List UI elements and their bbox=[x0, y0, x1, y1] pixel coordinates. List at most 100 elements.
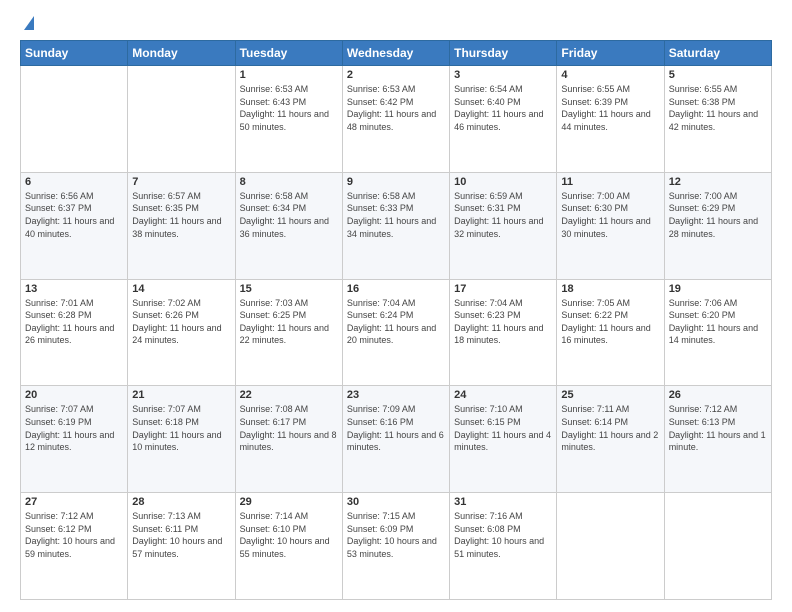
calendar-cell: 8 Sunrise: 6:58 AM Sunset: 6:34 PM Daylig… bbox=[235, 172, 342, 279]
calendar-cell: 27 Sunrise: 7:12 AM Sunset: 6:12 PM Dayli… bbox=[21, 493, 128, 600]
calendar-cell: 17 Sunrise: 7:04 AM Sunset: 6:23 PM Dayli… bbox=[450, 279, 557, 386]
calendar-cell: 15 Sunrise: 7:03 AM Sunset: 6:25 PM Dayli… bbox=[235, 279, 342, 386]
calendar-cell: 12 Sunrise: 7:00 AM Sunset: 6:29 PM Dayli… bbox=[664, 172, 771, 279]
day-number: 4 bbox=[561, 69, 659, 81]
calendar-cell: 19 Sunrise: 7:06 AM Sunset: 6:20 PM Dayli… bbox=[664, 279, 771, 386]
day-number: 2 bbox=[347, 69, 445, 81]
calendar-cell bbox=[557, 493, 664, 600]
col-header-saturday: Saturday bbox=[664, 41, 771, 66]
day-number: 25 bbox=[561, 389, 659, 401]
day-number: 21 bbox=[132, 389, 230, 401]
day-number: 3 bbox=[454, 69, 552, 81]
day-info: Sunrise: 6:59 AM Sunset: 6:31 PM Dayligh… bbox=[454, 190, 552, 240]
day-number: 8 bbox=[240, 176, 338, 188]
day-info: Sunrise: 6:54 AM Sunset: 6:40 PM Dayligh… bbox=[454, 83, 552, 133]
day-info: Sunrise: 7:06 AM Sunset: 6:20 PM Dayligh… bbox=[669, 297, 767, 347]
col-header-sunday: Sunday bbox=[21, 41, 128, 66]
day-number: 28 bbox=[132, 496, 230, 508]
col-header-wednesday: Wednesday bbox=[342, 41, 449, 66]
day-info: Sunrise: 7:05 AM Sunset: 6:22 PM Dayligh… bbox=[561, 297, 659, 347]
day-number: 27 bbox=[25, 496, 123, 508]
logo bbox=[20, 16, 34, 30]
calendar-cell: 31Sunrise: 7:16 AM Sunset: 6:08 PM Dayli… bbox=[450, 493, 557, 600]
col-header-thursday: Thursday bbox=[450, 41, 557, 66]
calendar-cell: 29 Sunrise: 7:14 AM Sunset: 6:10 PM Dayli… bbox=[235, 493, 342, 600]
calendar-cell bbox=[21, 66, 128, 173]
day-info: Sunrise: 7:03 AM Sunset: 6:25 PM Dayligh… bbox=[240, 297, 338, 347]
day-info: Sunrise: 6:58 AM Sunset: 6:34 PM Dayligh… bbox=[240, 190, 338, 240]
calendar-cell: 2 Sunrise: 6:53 AM Sunset: 6:42 PM Daylig… bbox=[342, 66, 449, 173]
day-info: Sunrise: 7:00 AM Sunset: 6:29 PM Dayligh… bbox=[669, 190, 767, 240]
calendar-cell: 26 Sunrise: 7:12 AM Sunset: 6:13 PM Dayli… bbox=[664, 386, 771, 493]
day-info: Sunrise: 7:07 AM Sunset: 6:18 PM Dayligh… bbox=[132, 403, 230, 453]
day-number: 24 bbox=[454, 389, 552, 401]
calendar-cell: 6 Sunrise: 6:56 AM Sunset: 6:37 PM Daylig… bbox=[21, 172, 128, 279]
calendar-cell: 13Sunrise: 7:01 AM Sunset: 6:28 PM Dayli… bbox=[21, 279, 128, 386]
day-info: Sunrise: 6:58 AM Sunset: 6:33 PM Dayligh… bbox=[347, 190, 445, 240]
day-info: Sunrise: 7:12 AM Sunset: 6:13 PM Dayligh… bbox=[669, 403, 767, 453]
day-info: Sunrise: 6:53 AM Sunset: 6:42 PM Dayligh… bbox=[347, 83, 445, 133]
calendar-cell: 21 Sunrise: 7:07 AM Sunset: 6:18 PM Dayli… bbox=[128, 386, 235, 493]
day-number: 19 bbox=[669, 283, 767, 295]
day-info: Sunrise: 7:14 AM Sunset: 6:10 PM Dayligh… bbox=[240, 510, 338, 560]
day-number: 7 bbox=[132, 176, 230, 188]
day-info: Sunrise: 6:55 AM Sunset: 6:38 PM Dayligh… bbox=[669, 83, 767, 133]
day-info: Sunrise: 7:04 AM Sunset: 6:24 PM Dayligh… bbox=[347, 297, 445, 347]
day-info: Sunrise: 7:04 AM Sunset: 6:23 PM Dayligh… bbox=[454, 297, 552, 347]
calendar-cell: 10 Sunrise: 6:59 AM Sunset: 6:31 PM Dayli… bbox=[450, 172, 557, 279]
day-number: 17 bbox=[454, 283, 552, 295]
day-info: Sunrise: 7:15 AM Sunset: 6:09 PM Dayligh… bbox=[347, 510, 445, 560]
day-info: Sunrise: 6:56 AM Sunset: 6:37 PM Dayligh… bbox=[25, 190, 123, 240]
calendar-cell: 18 Sunrise: 7:05 AM Sunset: 6:22 PM Dayli… bbox=[557, 279, 664, 386]
calendar-cell: 28 Sunrise: 7:13 AM Sunset: 6:11 PM Dayli… bbox=[128, 493, 235, 600]
day-info: Sunrise: 7:12 AM Sunset: 6:12 PM Dayligh… bbox=[25, 510, 123, 560]
day-info: Sunrise: 6:55 AM Sunset: 6:39 PM Dayligh… bbox=[561, 83, 659, 133]
calendar-cell: 25 Sunrise: 7:11 AM Sunset: 6:14 PM Dayli… bbox=[557, 386, 664, 493]
logo-triangle-icon bbox=[24, 16, 34, 30]
calendar-cell: 11 Sunrise: 7:00 AM Sunset: 6:30 PM Dayli… bbox=[557, 172, 664, 279]
calendar-cell bbox=[664, 493, 771, 600]
calendar-cell bbox=[128, 66, 235, 173]
day-info: Sunrise: 7:11 AM Sunset: 6:14 PM Dayligh… bbox=[561, 403, 659, 453]
day-info: Sunrise: 7:08 AM Sunset: 6:17 PM Dayligh… bbox=[240, 403, 338, 453]
day-number: 29 bbox=[240, 496, 338, 508]
calendar-table: SundayMondayTuesdayWednesdayThursdayFrid… bbox=[20, 40, 772, 600]
day-number: 26 bbox=[669, 389, 767, 401]
col-header-friday: Friday bbox=[557, 41, 664, 66]
calendar-cell: 9 Sunrise: 6:58 AM Sunset: 6:33 PM Daylig… bbox=[342, 172, 449, 279]
day-info: Sunrise: 7:13 AM Sunset: 6:11 PM Dayligh… bbox=[132, 510, 230, 560]
day-number: 5 bbox=[669, 69, 767, 81]
logo-text bbox=[20, 16, 34, 30]
day-info: Sunrise: 6:53 AM Sunset: 6:43 PM Dayligh… bbox=[240, 83, 338, 133]
header bbox=[20, 16, 772, 30]
calendar-cell: 30Sunrise: 7:15 AM Sunset: 6:09 PM Dayli… bbox=[342, 493, 449, 600]
day-number: 11 bbox=[561, 176, 659, 188]
calendar-cell: 16 Sunrise: 7:04 AM Sunset: 6:24 PM Dayli… bbox=[342, 279, 449, 386]
day-info: Sunrise: 7:01 AM Sunset: 6:28 PM Dayligh… bbox=[25, 297, 123, 347]
day-number: 12 bbox=[669, 176, 767, 188]
calendar-cell: 7 Sunrise: 6:57 AM Sunset: 6:35 PM Daylig… bbox=[128, 172, 235, 279]
day-number: 10 bbox=[454, 176, 552, 188]
day-number: 6 bbox=[25, 176, 123, 188]
day-number: 18 bbox=[561, 283, 659, 295]
col-header-monday: Monday bbox=[128, 41, 235, 66]
day-number: 31 bbox=[454, 496, 552, 508]
day-number: 20 bbox=[25, 389, 123, 401]
day-info: Sunrise: 6:57 AM Sunset: 6:35 PM Dayligh… bbox=[132, 190, 230, 240]
col-header-tuesday: Tuesday bbox=[235, 41, 342, 66]
day-info: Sunrise: 7:09 AM Sunset: 6:16 PM Dayligh… bbox=[347, 403, 445, 453]
day-number: 1 bbox=[240, 69, 338, 81]
day-number: 9 bbox=[347, 176, 445, 188]
calendar-cell: 1 Sunrise: 6:53 AM Sunset: 6:43 PM Daylig… bbox=[235, 66, 342, 173]
day-number: 16 bbox=[347, 283, 445, 295]
calendar-cell: 5 Sunrise: 6:55 AM Sunset: 6:38 PM Daylig… bbox=[664, 66, 771, 173]
day-number: 14 bbox=[132, 283, 230, 295]
calendar-cell: 24 Sunrise: 7:10 AM Sunset: 6:15 PM Dayli… bbox=[450, 386, 557, 493]
day-number: 22 bbox=[240, 389, 338, 401]
calendar-cell: 3 Sunrise: 6:54 AM Sunset: 6:40 PM Daylig… bbox=[450, 66, 557, 173]
day-info: Sunrise: 7:00 AM Sunset: 6:30 PM Dayligh… bbox=[561, 190, 659, 240]
day-info: Sunrise: 7:10 AM Sunset: 6:15 PM Dayligh… bbox=[454, 403, 552, 453]
day-number: 15 bbox=[240, 283, 338, 295]
day-number: 23 bbox=[347, 389, 445, 401]
calendar-cell: 14Sunrise: 7:02 AM Sunset: 6:26 PM Dayli… bbox=[128, 279, 235, 386]
